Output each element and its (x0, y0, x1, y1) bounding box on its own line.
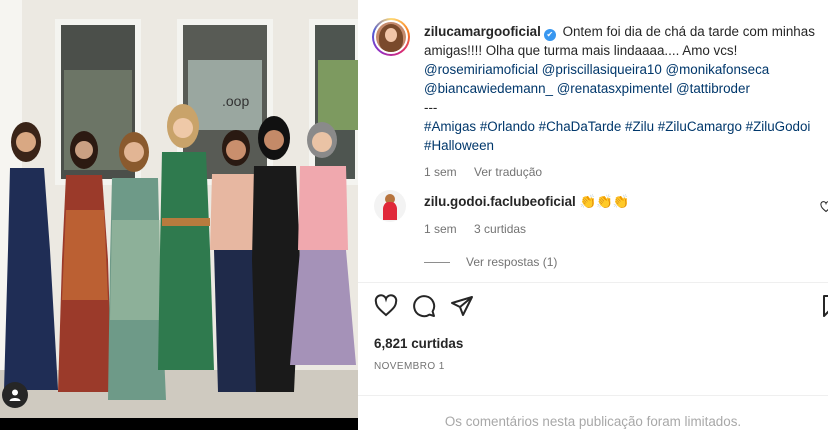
mention-link[interactable]: @renatasxpimentel (557, 81, 673, 96)
mention-link[interactable]: @monikafonseca (666, 62, 770, 77)
see-translation-link[interactable]: Ver tradução (474, 165, 542, 179)
commenter-avatar[interactable] (374, 190, 406, 222)
hashtag-link[interactable]: #Halloween (424, 138, 494, 153)
hashtag-link[interactable]: #ChaDaTarde (539, 119, 622, 134)
post-caption: zilucamargooficial ✔ Ontem foi dia de chá… (424, 22, 824, 182)
user-tag-icon[interactable] (2, 382, 28, 408)
bookmark-icon[interactable] (822, 294, 828, 323)
photo-bottom-edge (0, 418, 358, 430)
footer-divider (358, 395, 828, 396)
post-date: NOVEMBRO 1 (374, 361, 445, 372)
heart-icon[interactable] (820, 200, 828, 218)
comment-likes-link[interactable]: 3 curtidas (474, 222, 526, 236)
comments-limited-notice: Os comentários nesta publicação foram li… (444, 414, 742, 429)
commenter-username[interactable]: zilu.godoi.faclubeoficial (424, 194, 576, 209)
mention-link[interactable]: @priscillasiqueira10 (542, 62, 662, 77)
heart-icon[interactable] (374, 294, 398, 323)
hashtag-link[interactable]: #Zilu (625, 119, 654, 134)
verified-badge-icon: ✔ (543, 29, 556, 41)
group-photo-illustration: .oop (0, 0, 358, 430)
hashtag-link[interactable]: #ZiluCamargo (658, 119, 742, 134)
author-username[interactable]: zilucamargooficial (424, 24, 541, 39)
post-details-pane: zilucamargooficial ✔ Ontem foi dia de chá… (358, 0, 828, 430)
mention-link[interactable]: @rosemiriamoficial (424, 62, 538, 77)
hashtag-link[interactable]: #Orlando (480, 119, 535, 134)
mention-link[interactable]: @biancawiedemann_ (424, 81, 553, 96)
caption-separator: --- (424, 100, 438, 115)
post-photo[interactable]: .oop (0, 0, 358, 430)
caption-meta: 1 sem Ver tradução (424, 163, 824, 182)
hashtag-link[interactable]: #ZiluGodoi (746, 119, 811, 134)
likes-count[interactable]: 6,821 curtidas (374, 336, 463, 351)
mention-link[interactable]: @tattibroder (676, 81, 750, 96)
replies-divider-line (424, 261, 450, 263)
hashtag-link[interactable]: #Amigas (424, 119, 476, 134)
comment-body: 👏👏👏 (579, 194, 630, 209)
view-replies-label: Ver respostas (1) (466, 255, 558, 269)
share-icon[interactable] (450, 294, 474, 323)
comment-age: 1 sem (424, 222, 457, 236)
post-actions-bar (372, 294, 828, 320)
actions-divider (358, 282, 828, 283)
comment-meta: 1 sem 3 curtidas (424, 222, 540, 236)
view-replies-button[interactable]: Ver respostas (1) (424, 255, 557, 269)
comment-icon[interactable] (412, 294, 436, 323)
caption-age: 1 sem (424, 165, 457, 179)
comment-text: zilu.godoi.faclubeoficial 👏👏👏 (424, 194, 630, 210)
author-avatar[interactable] (372, 18, 410, 56)
svg-text:.oop: .oop (222, 93, 249, 109)
